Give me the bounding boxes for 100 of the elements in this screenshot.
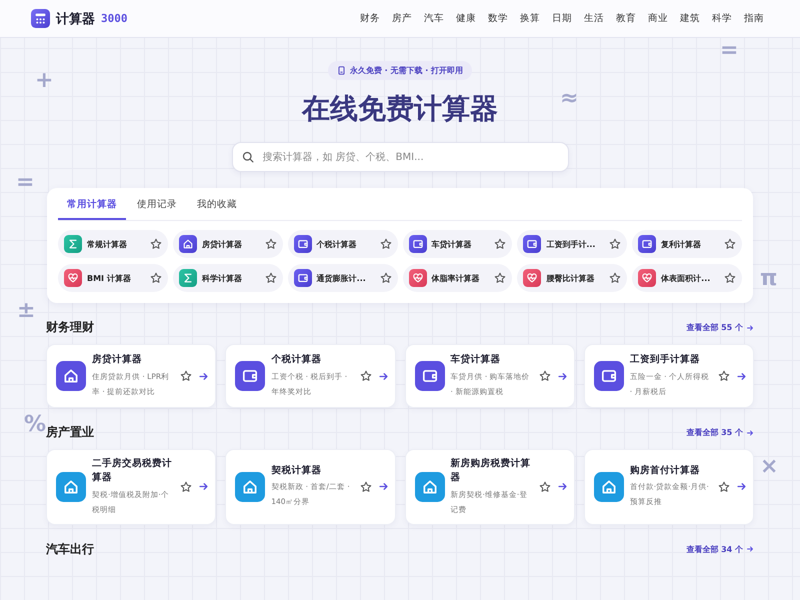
favorite-star-button[interactable] bbox=[609, 238, 622, 250]
open-button[interactable] bbox=[736, 370, 747, 382]
calculator-chip[interactable]: 科学计算器 bbox=[172, 264, 283, 292]
calculator-chip[interactable]: 体脂率计算器 bbox=[402, 264, 512, 292]
arrow-right-icon bbox=[746, 324, 754, 332]
favorite-star-button[interactable] bbox=[360, 480, 372, 493]
calculator-chip[interactable]: BMI 计算器 bbox=[58, 264, 168, 292]
feature-badge: 永久免费 · 无需下载 · 打开即用 bbox=[328, 61, 472, 80]
card-title: 房贷计算器 bbox=[92, 353, 143, 368]
favorite-star-button[interactable] bbox=[538, 370, 551, 382]
nav-link[interactable]: 换算 bbox=[520, 12, 540, 25]
open-button[interactable] bbox=[198, 481, 210, 492]
wallet-icon bbox=[296, 238, 309, 250]
open-button[interactable] bbox=[378, 370, 388, 382]
calculator-chip[interactable]: 腰臀比计算器 bbox=[517, 264, 628, 292]
nav-link[interactable]: 教育 bbox=[616, 12, 636, 25]
arrow-right-icon bbox=[736, 370, 747, 382]
calculator-chip[interactable]: 常规计算器 bbox=[58, 230, 168, 258]
favorite-star-button[interactable] bbox=[494, 272, 506, 284]
favorite-star-button[interactable] bbox=[180, 480, 192, 493]
favorite-star-button[interactable] bbox=[609, 272, 622, 284]
logo-number[interactable]: 3000 bbox=[101, 12, 128, 25]
arrow-right-icon bbox=[556, 370, 568, 382]
chip-label: 体脂率计算器 bbox=[432, 272, 480, 284]
chip-label: 科学计算器 bbox=[202, 272, 243, 284]
favorite-star-button[interactable] bbox=[150, 272, 162, 284]
calculator-chip[interactable]: 个税计算器 bbox=[288, 230, 398, 258]
nav-link[interactable]: 汽车 bbox=[424, 12, 444, 25]
tab[interactable]: 使用记录 bbox=[128, 194, 186, 220]
chip-label: 房贷计算器 bbox=[202, 238, 243, 250]
arrow-right-icon bbox=[198, 370, 210, 382]
section-title: 汽车出行 bbox=[46, 540, 94, 558]
section-title: 财务理财 bbox=[46, 319, 94, 336]
nav-link[interactable]: 数学 bbox=[488, 12, 508, 25]
math-symbol: ≈ bbox=[560, 86, 578, 111]
tab[interactable]: 我的收藏 bbox=[188, 194, 246, 220]
calculator-chip[interactable]: 通货膨胀计... bbox=[288, 264, 398, 292]
math-symbol: % bbox=[24, 412, 46, 437]
math-symbol: π bbox=[760, 266, 778, 291]
wallet-icon bbox=[420, 367, 438, 385]
favorite-star-button[interactable] bbox=[264, 272, 277, 284]
favorite-star-button[interactable] bbox=[494, 238, 506, 250]
favorite-star-button[interactable] bbox=[724, 272, 736, 284]
nav-link[interactable]: 健康 bbox=[456, 12, 476, 25]
calculator-chip[interactable]: 房贷计算器 bbox=[172, 230, 283, 258]
open-button[interactable] bbox=[556, 481, 568, 492]
home-icon bbox=[62, 478, 80, 496]
card-title: 工资到手计算器 bbox=[630, 353, 701, 368]
card-title: 车贷计算器 bbox=[450, 353, 502, 368]
open-button[interactable] bbox=[556, 370, 568, 382]
calculator-chip[interactable]: 复利计算器 bbox=[632, 230, 742, 258]
favorite-star-button[interactable] bbox=[718, 370, 730, 382]
wallet-icon bbox=[241, 367, 260, 385]
view-all-link[interactable]: 查看全部 35 个 bbox=[686, 427, 754, 438]
arrow-right-icon bbox=[556, 481, 568, 492]
favorite-star-button[interactable] bbox=[724, 238, 736, 250]
wallet-icon bbox=[296, 272, 309, 284]
calculator-chip[interactable]: 体表面积计... bbox=[632, 264, 742, 292]
logo-text[interactable]: 计算器 bbox=[56, 10, 95, 28]
nav-link[interactable]: 科学 bbox=[712, 12, 732, 25]
view-all-link[interactable]: 查看全部 55 个 bbox=[686, 322, 754, 333]
favorite-star-button[interactable] bbox=[150, 238, 162, 250]
nav-link[interactable]: 建筑 bbox=[680, 12, 700, 25]
arrow-right-icon bbox=[746, 545, 754, 553]
favorite-star-button[interactable] bbox=[380, 238, 392, 250]
open-button[interactable] bbox=[736, 481, 747, 492]
nav-link[interactable]: 指南 bbox=[744, 12, 764, 25]
arrow-right-icon bbox=[378, 481, 388, 492]
nav-link[interactable]: 商业 bbox=[648, 12, 668, 25]
card-title: 二手房交易税费计算器 bbox=[92, 457, 173, 486]
calculator-chip[interactable]: 工资到手计... bbox=[517, 230, 628, 258]
favorite-star-button[interactable] bbox=[264, 238, 277, 250]
open-button[interactable] bbox=[198, 370, 210, 382]
math-symbol: = bbox=[16, 170, 34, 195]
nav-link[interactable]: 日期 bbox=[552, 12, 572, 25]
favorite-star-button[interactable] bbox=[718, 480, 730, 493]
tab[interactable]: 常用计算器 bbox=[58, 194, 126, 220]
view-all-link[interactable]: 查看全部 34 个 bbox=[686, 544, 754, 554]
wallet-icon bbox=[600, 367, 618, 385]
wallet-icon bbox=[526, 238, 538, 250]
favorite-star-button[interactable] bbox=[538, 480, 551, 493]
nav-link[interactable]: 财务 bbox=[360, 12, 380, 25]
favorite-star-button[interactable] bbox=[380, 272, 392, 284]
nav-link[interactable]: 生活 bbox=[584, 12, 604, 25]
arrow-right-icon bbox=[736, 481, 747, 492]
wallet-icon bbox=[641, 238, 654, 250]
arrow-right-icon bbox=[746, 428, 754, 436]
favorite-star-button[interactable] bbox=[180, 370, 192, 382]
search-field[interactable]: 搜索计算器，如 房贷、个税、BMI... bbox=[232, 142, 568, 172]
nav-link[interactable]: 房产 bbox=[392, 12, 412, 25]
home-icon bbox=[182, 238, 194, 250]
chip-label: 复利计算器 bbox=[661, 238, 702, 250]
open-button[interactable] bbox=[378, 481, 388, 492]
page-title: 在线免费计算器 bbox=[302, 91, 498, 127]
chip-label: 工资到手计... bbox=[546, 238, 596, 250]
calculator-chip[interactable]: 车贷计算器 bbox=[402, 230, 512, 258]
wallet-icon bbox=[412, 238, 424, 250]
card-title: 新房购房税费计算器 bbox=[450, 457, 532, 486]
favorite-star-button[interactable] bbox=[360, 370, 372, 382]
heart-pulse-icon bbox=[412, 272, 424, 284]
